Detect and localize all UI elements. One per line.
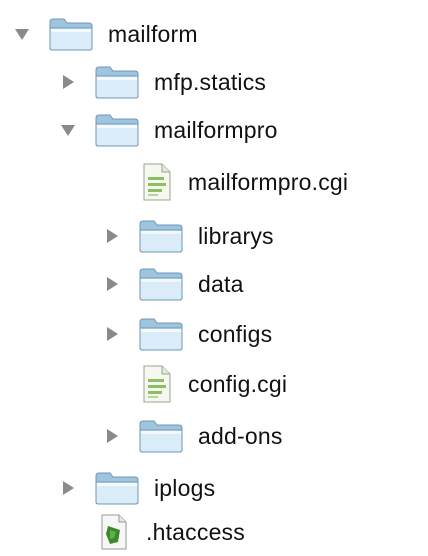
tree-item-htaccess[interactable]: .htaccess (100, 508, 245, 556)
tree-item-mfp-statics[interactable]: mfp.statics (60, 58, 266, 106)
tree-item-label: config.cgi (188, 370, 288, 397)
tree-item-librarys[interactable]: librarys (104, 212, 274, 260)
tree-item-label: librarys (198, 222, 274, 249)
tree-item-iplogs[interactable]: iplogs (60, 464, 215, 512)
folder-icon (94, 112, 140, 148)
triangle-down-icon[interactable] (60, 122, 76, 138)
tree-item-label: data (198, 270, 244, 297)
tree-item-label: configs (198, 320, 273, 347)
tree-item-mailformpro-cgi[interactable]: mailformpro.cgi (142, 158, 348, 206)
cgi-file-icon (142, 365, 172, 403)
folder-icon (138, 316, 184, 352)
triangle-down-icon[interactable] (14, 26, 30, 42)
htaccess-file-icon (100, 514, 128, 550)
tree-item-config-cgi[interactable]: config.cgi (142, 360, 287, 408)
tree-item-mailformpro[interactable]: mailformpro (60, 106, 278, 154)
tree-item-configs[interactable]: configs (104, 310, 272, 358)
triangle-right-icon[interactable] (104, 326, 120, 342)
tree-item-mailform[interactable]: mailform (14, 10, 198, 58)
tree-item-label: .htaccess (146, 518, 245, 545)
tree-item-label: mailformpro (154, 116, 278, 143)
tree-item-add-ons[interactable]: add-ons (104, 412, 283, 460)
folder-icon (48, 16, 94, 52)
cgi-file-icon (142, 163, 172, 201)
folder-icon (94, 64, 140, 100)
tree-item-data[interactable]: data (104, 260, 244, 308)
tree-item-label: mfp.statics (154, 68, 267, 95)
tree-item-label: iplogs (154, 474, 216, 501)
triangle-right-icon[interactable] (60, 480, 76, 496)
tree-item-label: mailformpro.cgi (188, 168, 349, 195)
folder-icon (138, 266, 184, 302)
tree-item-label: add-ons (198, 422, 283, 449)
triangle-right-icon[interactable] (104, 228, 120, 244)
folder-icon (138, 218, 184, 254)
triangle-right-icon[interactable] (104, 428, 120, 444)
triangle-right-icon[interactable] (104, 276, 120, 292)
tree-item-label: mailform (108, 20, 198, 47)
file-tree: mailform mfp.statics mailformpro mailfor… (0, 0, 428, 555)
folder-icon (138, 418, 184, 454)
folder-icon (94, 470, 140, 506)
triangle-right-icon[interactable] (60, 74, 76, 90)
